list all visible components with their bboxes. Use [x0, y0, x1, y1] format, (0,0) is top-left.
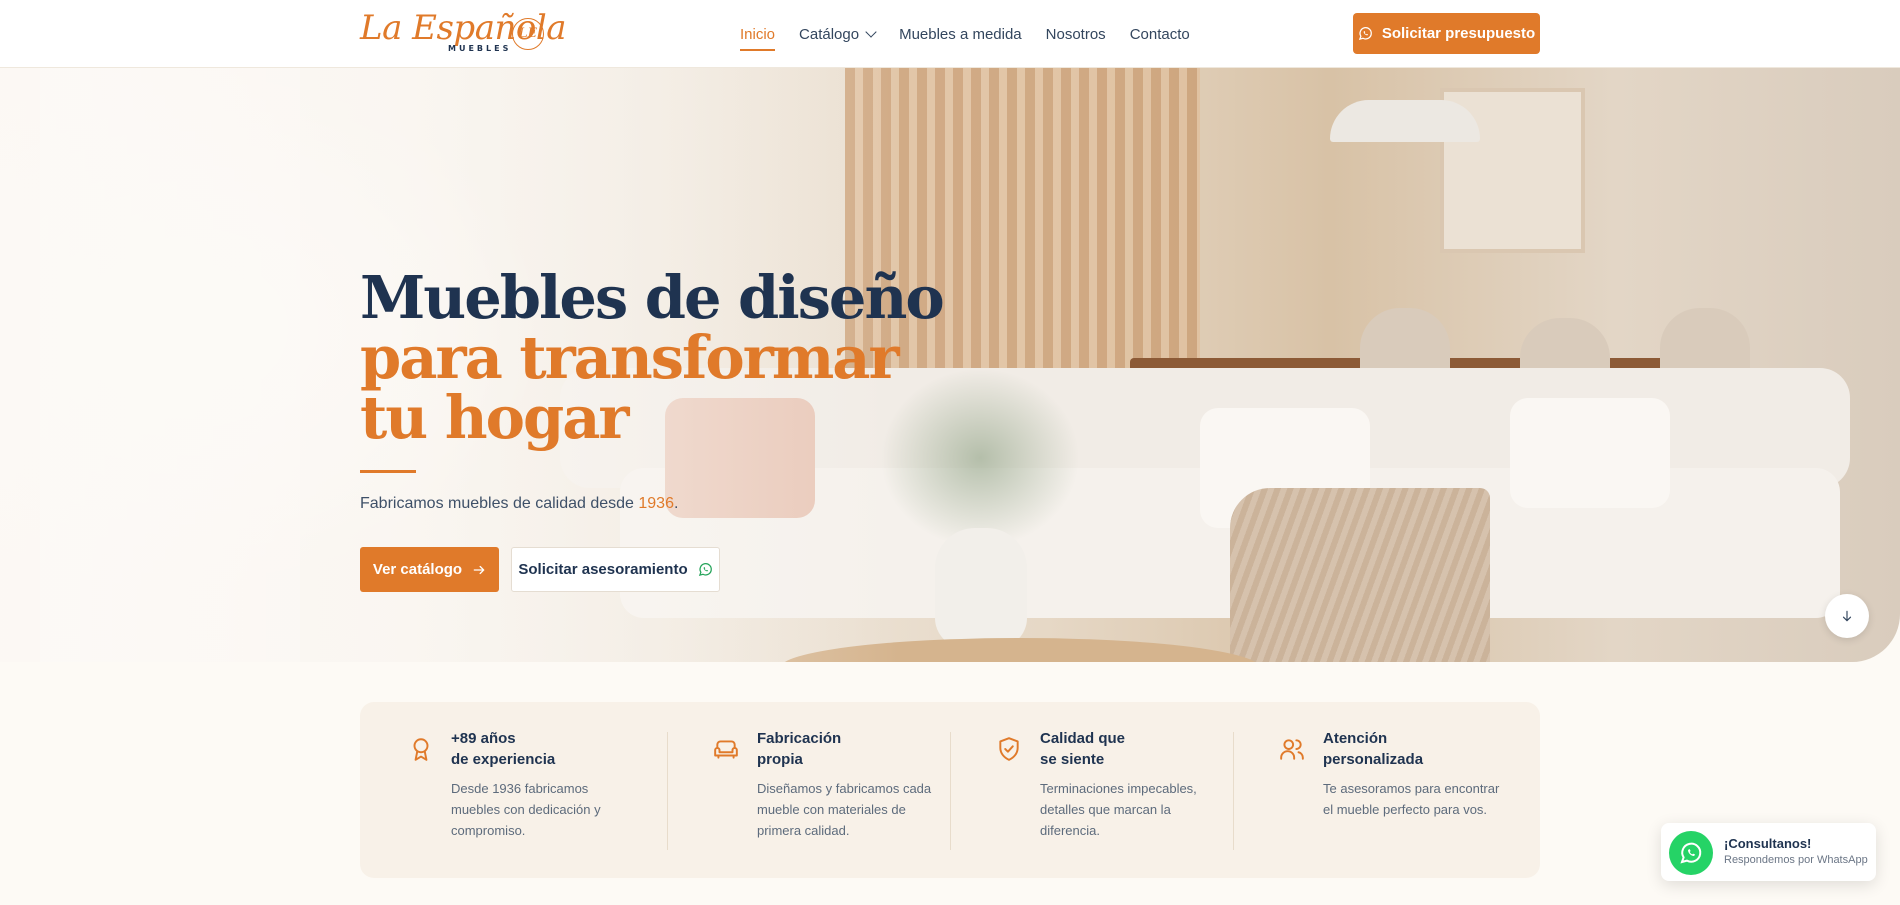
feature-title: Calidad que se siente — [1040, 730, 1126, 768]
logo-subtitle: MUEBLES — [448, 44, 512, 53]
nav-label: Catálogo — [799, 25, 860, 43]
request-quote-label: Solicitar presupuesto — [1381, 25, 1536, 42]
whatsapp-icon — [1358, 27, 1372, 41]
site-header: La Española MUEBLES LE Inicio Catálogo M… — [0, 0, 1900, 68]
nav-label: Muebles a medida — [899, 25, 1022, 43]
logo-monogram: LE — [512, 18, 544, 50]
whatsapp-icon — [698, 563, 712, 577]
view-catalog-label: Ver catálogo — [372, 561, 463, 578]
hero-section: Muebles de diseño para transformar tu ho… — [0, 68, 1900, 662]
feature-title: Atención personalizada — [1323, 730, 1424, 768]
hero-divider — [360, 470, 416, 473]
shield-check-icon — [999, 737, 1019, 761]
feature-attention: Atención personalizada Te asesoramos par… — [1233, 728, 1516, 850]
feature-description: Diseñamos y fabricamos cada mueble con m… — [757, 781, 932, 838]
arrow-right-icon — [473, 565, 485, 574]
request-advice-button[interactable]: Solicitar asesoramiento — [511, 547, 720, 592]
feature-experience: +89 años de experiencia Desde 1936 fabri… — [360, 728, 667, 848]
award-icon — [413, 738, 429, 761]
nav-label: Contacto — [1129, 25, 1190, 43]
request-advice-label: Solicitar asesoramiento — [518, 561, 688, 578]
chevron-down-icon — [865, 25, 877, 38]
nav-item-muebles-a-medida[interactable]: Muebles a medida — [899, 26, 1022, 43]
feature-description: Desde 1936 fabricamos muebles con dedica… — [451, 781, 601, 838]
feature-description: Te asesoramos para encontrar el mueble p… — [1323, 781, 1500, 817]
hero-title-line2: para transformar — [360, 323, 900, 392]
nav-item-inicio[interactable]: Inicio — [740, 25, 776, 51]
hero-subtitle-text: Fabricamos muebles de calidad desde — [360, 495, 639, 512]
users-icon — [1280, 739, 1304, 760]
main-nav: Inicio Catálogo Muebles a medida Nosotro… — [740, 0, 1190, 68]
view-catalog-button[interactable]: Ver catálogo — [360, 547, 499, 592]
scroll-down-button[interactable] — [1825, 594, 1869, 638]
feature-title: +89 años de experiencia — [451, 730, 556, 768]
whatsapp-widget-subtitle: Respondemos por WhatsApp — [1724, 854, 1868, 866]
logo[interactable]: La Española MUEBLES LE — [360, 8, 566, 58]
feature-quality: Calidad que se siente Terminaciones impe… — [950, 728, 1233, 850]
hero-subtitle: Fabricamos muebles de calidad desde 1936… — [360, 495, 678, 513]
feature-manufacturing: Fabricación propia Diseñamos y fabricamo… — [667, 728, 950, 850]
nav-item-contacto[interactable]: Contacto — [1130, 26, 1190, 43]
whatsapp-widget-title: ¡Consultanos! — [1724, 836, 1812, 851]
feature-title: Fabricación propia — [757, 730, 842, 768]
features-bar: +89 años de experiencia Desde 1936 fabri… — [360, 702, 1540, 878]
feature-description: Terminaciones impecables, detalles que m… — [1040, 781, 1197, 838]
nav-item-catalogo[interactable]: Catálogo — [799, 25, 877, 43]
hero-title-line1: Muebles de diseño — [360, 263, 945, 332]
hero-title-line3: tu hogar — [360, 383, 630, 452]
request-quote-button[interactable]: Solicitar presupuesto — [1353, 13, 1540, 54]
nav-label: Inicio — [740, 25, 776, 43]
nav-label: Nosotros — [1045, 25, 1106, 43]
whatsapp-button[interactable] — [1669, 831, 1713, 875]
hero-subtitle-year: 1936 — [638, 495, 674, 512]
nav-item-nosotros[interactable]: Nosotros — [1046, 26, 1106, 43]
hero-subtitle-end: . — [673, 495, 679, 512]
arrow-down-icon — [1842, 610, 1852, 622]
whatsapp-widget[interactable]: ¡Consultanos! Respondemos por WhatsApp — [1661, 823, 1876, 881]
hero-title: Muebles de diseño para transformar tu ho… — [360, 263, 945, 452]
whatsapp-icon — [1680, 842, 1702, 864]
sofa-icon — [714, 740, 738, 759]
